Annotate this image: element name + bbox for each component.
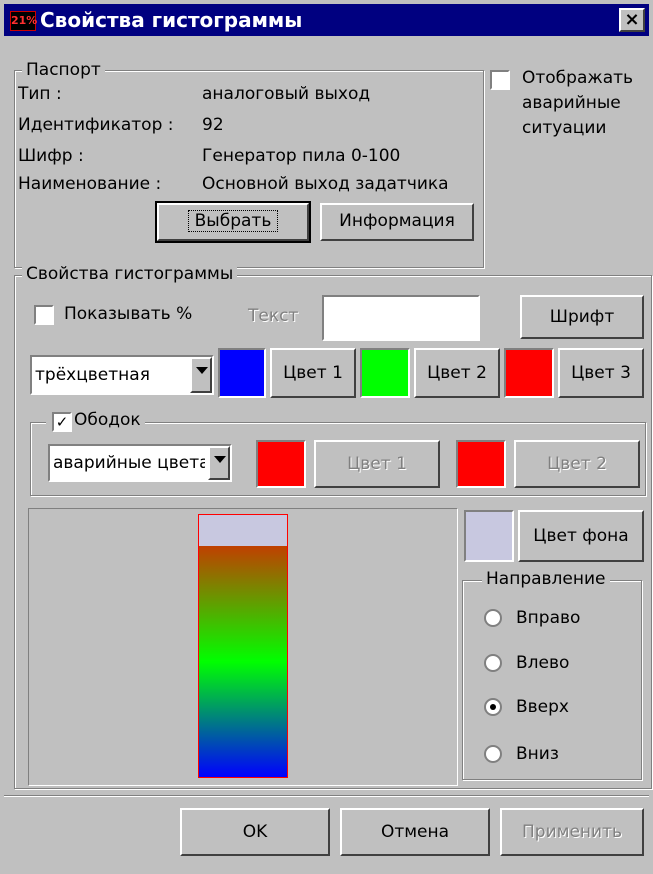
name-value: Основной выход задатчика [202, 174, 449, 194]
color1-swatch [218, 348, 266, 398]
footer-separator [4, 795, 649, 797]
color3-swatch [504, 348, 554, 398]
cipher-label: Шифр : [18, 146, 84, 166]
color1-button[interactable]: Цвет 1 [270, 348, 356, 398]
background-color-swatch [464, 510, 514, 562]
chevron-down-icon[interactable] [208, 446, 230, 480]
histogram-group-title: Свойства гистограммы [22, 264, 238, 284]
direction-left-label: Влево [516, 653, 570, 673]
show-percent-checkbox[interactable] [34, 305, 54, 325]
direction-right-label: Вправо [516, 608, 581, 628]
ok-button[interactable]: OK [180, 808, 330, 856]
select-button[interactable]: Выбрать [155, 201, 311, 243]
color2-swatch [360, 348, 410, 398]
histogram-app-icon: 21% [10, 11, 37, 31]
chevron-down-icon[interactable] [190, 357, 212, 393]
font-button[interactable]: Шрифт [520, 295, 644, 339]
id-label: Идентификатор : [18, 115, 174, 135]
type-label: Тип : [18, 84, 62, 104]
text-input[interactable] [322, 295, 480, 341]
direction-group-title: Направление [482, 569, 610, 589]
histogram-bar-fill [199, 546, 287, 777]
apply-button[interactable]: Применить [500, 808, 644, 856]
name-label: Наименование : [18, 174, 162, 194]
border-mode-select[interactable]: аварийные цвета [48, 444, 232, 482]
direction-left-radio[interactable] [484, 654, 502, 672]
type-value: аналоговый выход [202, 84, 371, 104]
background-color-button[interactable]: Цвет фона [518, 510, 644, 562]
direction-right-radio[interactable] [484, 609, 502, 627]
border-mode-value: аварийные цвета [53, 453, 205, 473]
border-checkbox[interactable]: ✓ [52, 412, 72, 432]
color-mode-select[interactable]: трёхцветная [30, 355, 214, 395]
show-percent-label: Показывать % [64, 304, 193, 324]
cipher-value: Генератор пила 0-100 [202, 146, 401, 166]
info-button[interactable]: Информация [320, 203, 474, 241]
title-bar[interactable]: 21% Свойства гистограммы × [4, 4, 649, 36]
color3-button[interactable]: Цвет 3 [558, 348, 644, 398]
border-color2-button[interactable]: Цвет 2 [514, 440, 640, 488]
text-label: Текст [248, 306, 299, 326]
direction-up-radio[interactable] [484, 698, 502, 716]
border-color2-swatch [456, 440, 506, 488]
histogram-bar [198, 514, 288, 778]
show-alarms-label: Отображать аварийные ситуации [522, 68, 634, 138]
cancel-button[interactable]: Отмена [340, 808, 490, 856]
border-color1-swatch [256, 440, 306, 488]
border-color1-button[interactable]: Цвет 1 [314, 440, 440, 488]
direction-down-radio[interactable] [484, 745, 502, 763]
color2-button[interactable]: Цвет 2 [414, 348, 500, 398]
dialog-window: 21% Свойства гистограммы × Паспорт Тип :… [0, 0, 653, 874]
passport-group-title: Паспорт [22, 60, 105, 80]
color-mode-value: трёхцветная [35, 365, 150, 385]
show-alarms-checkbox[interactable] [490, 70, 510, 90]
id-value: 92 [202, 115, 224, 135]
close-icon[interactable]: × [619, 8, 645, 32]
direction-down-label: Вниз [516, 744, 559, 764]
window-title: Свойства гистограммы [40, 8, 303, 32]
select-button-label: Выбрать [187, 210, 279, 232]
direction-up-label: Вверх [516, 697, 569, 717]
